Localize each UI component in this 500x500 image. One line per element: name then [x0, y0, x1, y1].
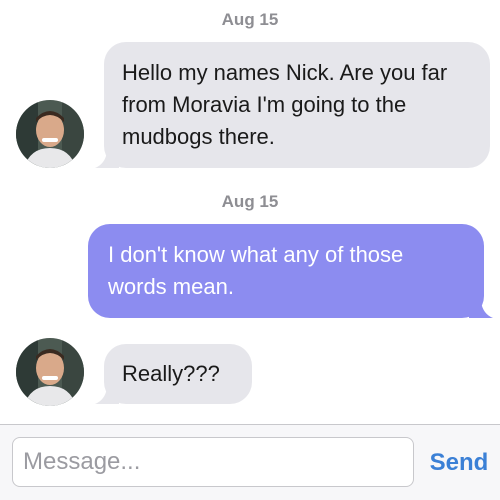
- message-bubble-incoming[interactable]: Really???: [95, 344, 252, 404]
- message-composer: Send: [0, 424, 500, 500]
- bubble-tail-icon: [95, 146, 119, 168]
- date-stamp: Aug 15: [221, 10, 279, 29]
- bubble-tail-icon: [95, 382, 119, 404]
- contact-avatar[interactable]: [16, 338, 84, 406]
- avatar-photo-icon: [16, 100, 84, 168]
- send-button[interactable]: Send: [424, 445, 494, 481]
- bubble-tail-icon: [469, 296, 493, 318]
- message-text: I don't know what any of those words mea…: [108, 242, 404, 299]
- message-text: Really???: [122, 361, 220, 386]
- date-stamp: Aug 15: [221, 192, 279, 211]
- message-input[interactable]: [12, 437, 414, 487]
- message-text: Hello my names Nick. Are you far from Mo…: [122, 60, 448, 149]
- avatar-photo-icon: [16, 338, 84, 406]
- message-bubble-outgoing[interactable]: I don't know what any of those words mea…: [88, 224, 493, 318]
- contact-avatar[interactable]: [16, 100, 84, 168]
- message-bubble-incoming[interactable]: Hello my names Nick. Are you far from Mo…: [95, 42, 490, 168]
